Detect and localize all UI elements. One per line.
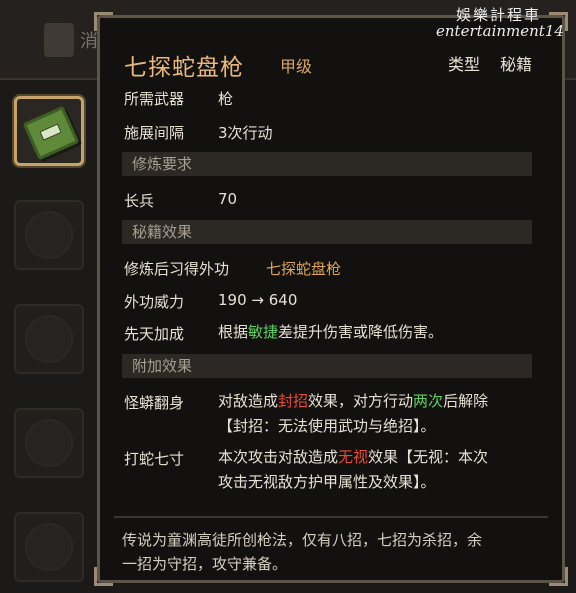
cast-interval-label: 施展间隔 <box>124 124 185 142</box>
item-grade: 甲级 <box>280 57 313 76</box>
innate-description: 根据敏捷差提升伤害或降低伤害。 <box>218 320 548 345</box>
requirement-value: 70 <box>218 190 238 208</box>
weapon-value: 枪 <box>218 90 234 108</box>
keyword-count: 两次 <box>413 392 444 410</box>
inventory-slot[interactable] <box>14 512 84 582</box>
flavor-text: 传说为童渊高徒所创枪法，仅有八招，七招为杀招，余 一招为守招，攻守兼备。 <box>122 531 483 573</box>
keyword-seal: 封招 <box>278 392 309 410</box>
inventory-slot[interactable] <box>14 200 84 270</box>
section-requirements: 修炼要求 <box>122 152 532 176</box>
item-type-value: 秘籍 <box>500 55 533 74</box>
innate-text: 差提升伤害或降低伤害。 <box>278 323 444 341</box>
potion-icon <box>44 23 74 57</box>
skill-name: 打蛇七寸 <box>124 450 185 468</box>
learned-skill-value: 七探蛇盘枪 <box>266 260 342 278</box>
section-extra-effects: 附加效果 <box>122 354 532 378</box>
skill-description: 本次攻击对敌造成无视效果【无视：本次 攻击无视敌方护甲属性及效果】。 <box>218 448 489 491</box>
keyword-ignore: 无视 <box>338 448 369 466</box>
skill-description: 对敌造成封招效果，对方行动两次后解除 【封招：无法使用武功与绝招】。 <box>218 392 489 435</box>
inventory-slot[interactable] <box>14 304 84 374</box>
section-effects: 秘籍效果 <box>122 220 532 244</box>
weapon-label: 所需武器 <box>124 90 185 108</box>
requirement-label: 长兵 <box>124 192 155 210</box>
innate-text: 根据 <box>218 323 249 341</box>
watermark-subtitle: entertainment14 <box>436 22 564 40</box>
inventory-slot[interactable] <box>14 408 84 478</box>
item-title: 七探蛇盘枪 <box>124 55 244 81</box>
innate-label: 先天加成 <box>124 325 185 343</box>
cast-interval-value: 3次行动 <box>218 124 273 142</box>
secret-book-icon <box>22 105 80 161</box>
item-tooltip: 七探蛇盘枪 甲级 类型 秘籍 所需武器 枪 施展间隔 3次行动 修炼要求 长兵 … <box>94 12 568 586</box>
inventory-slot-selected[interactable] <box>14 96 84 166</box>
learned-skill-label: 修炼后习得外功 <box>124 260 230 278</box>
innate-highlight: 敏捷 <box>248 323 279 341</box>
skill-name: 怪蟒翻身 <box>124 394 185 412</box>
power-value: 190 → 640 <box>218 291 298 309</box>
tooltip-divider <box>114 516 548 518</box>
power-label: 外功威力 <box>124 293 185 311</box>
item-type-label: 类型 <box>448 55 481 74</box>
